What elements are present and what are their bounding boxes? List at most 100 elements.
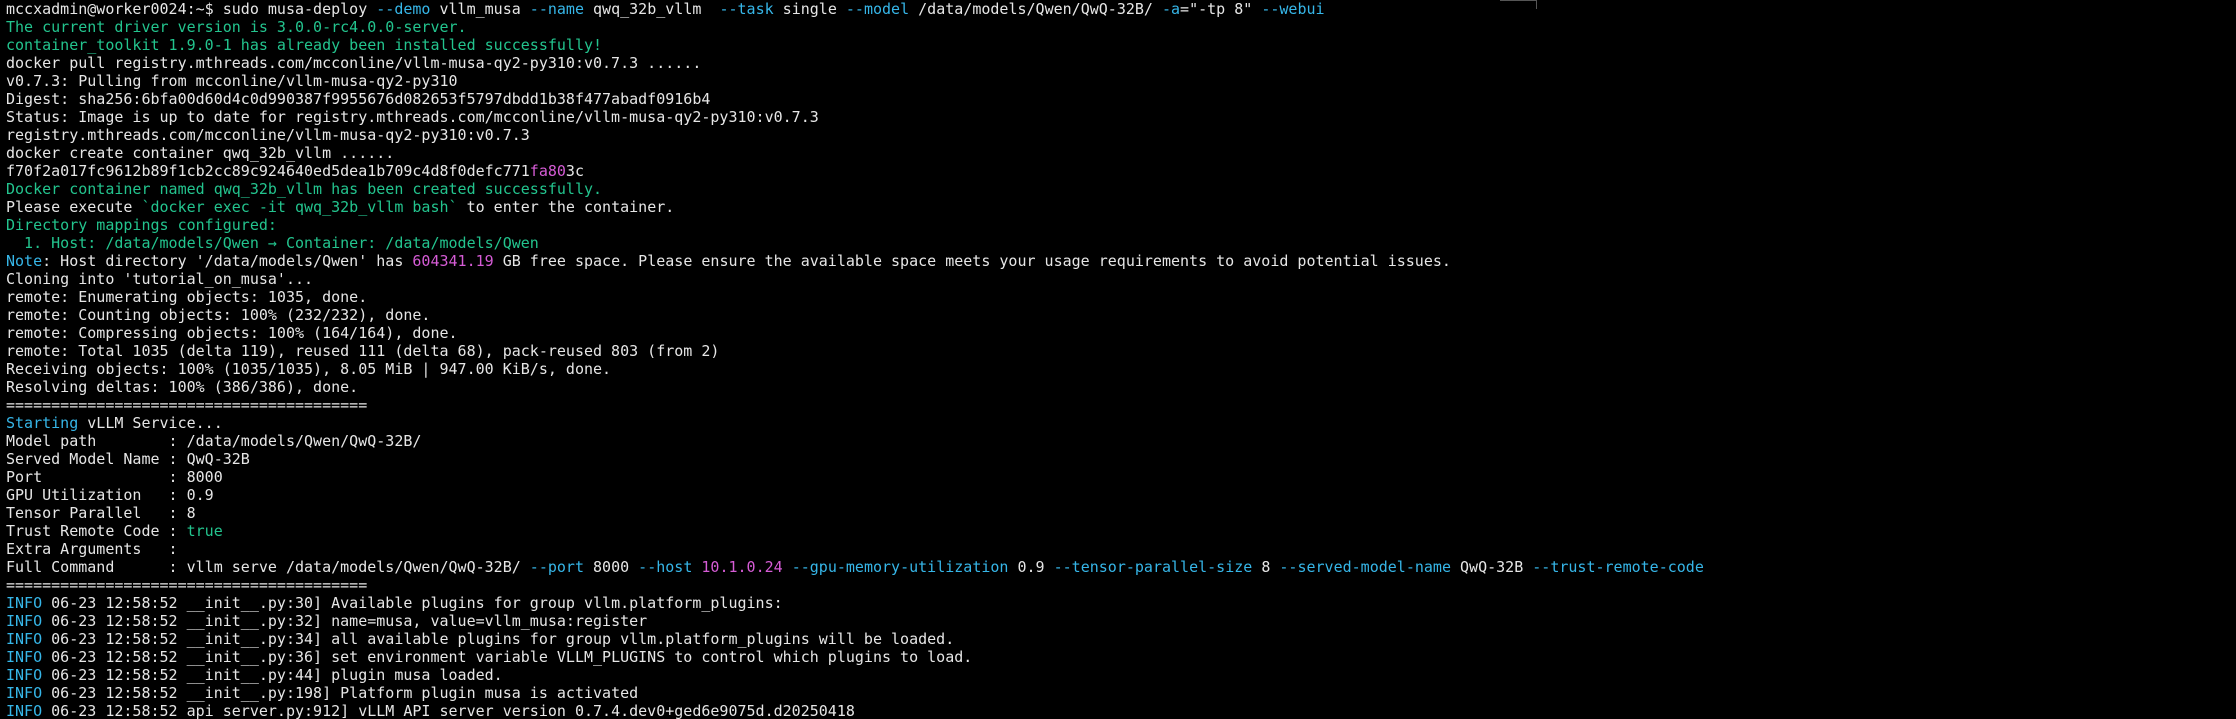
terminal-line: Model path : /data/models/Qwen/QwQ-32B/: [6, 432, 1704, 450]
terminal-line: Resolving deltas: 100% (386/386), done.: [6, 378, 1704, 396]
terminal-text-segment: single: [773, 0, 846, 18]
terminal-text-segment: Status: Image is up to date for registry…: [6, 108, 819, 126]
terminal-line: f70f2a017fc9612b89f1cb2cc89c924640ed5dea…: [6, 162, 1704, 180]
terminal-line: Docker container named qwq_32b_vllm has …: [6, 180, 1704, 198]
terminal-line: Full Command : vllm serve /data/models/Q…: [6, 558, 1704, 576]
terminal-line: container_toolkit 1.9.0-1 has already be…: [6, 36, 1704, 54]
terminal-line: Directory mappings configured:: [6, 216, 1704, 234]
terminal-text-segment: --name: [529, 0, 584, 18]
terminal-text-segment: ========================================: [6, 396, 368, 414]
selection-corner-mark: [1500, 0, 1537, 9]
terminal-line: 1. Host: /data/models/Qwen → Container: …: [6, 234, 1704, 252]
terminal-text-segment: INFO: [6, 594, 43, 612]
terminal-text-segment: --served-model-name: [1279, 558, 1451, 576]
terminal-line: Extra Arguments :: [6, 540, 1704, 558]
terminal-text-segment: registry.mthreads.com/mcconline/vllm-mus…: [6, 126, 530, 144]
terminal-text-segment: INFO: [6, 702, 43, 719]
terminal-text-segment: --demo: [376, 0, 431, 18]
terminal-line: Digest: sha256:6bfa00d60d4c0d990387f9955…: [6, 90, 1704, 108]
terminal-text-segment: remote: Total 1035 (delta 119), reused 1…: [6, 342, 720, 360]
terminal-text-segment: --tensor-parallel-size: [1053, 558, 1253, 576]
terminal-text-segment: /data/models/Qwen/QwQ-32B/: [909, 0, 1162, 18]
terminal-text-segment: Full Command : vllm serve /data/models/Q…: [6, 558, 530, 576]
terminal-text-segment: INFO: [6, 648, 43, 666]
terminal-window[interactable]: mccxadmin@worker0024:~$ sudo musa-deploy…: [0, 0, 2236, 719]
terminal-line: remote: Total 1035 (delta 119), reused 1…: [6, 342, 1704, 360]
terminal-text-segment: docker pull registry.mthreads.com/mcconl…: [6, 54, 702, 72]
terminal-text-segment: Note: [6, 252, 43, 270]
terminal-text-segment: Cloning into 'tutorial_on_musa'...: [6, 270, 314, 288]
terminal-line: v0.7.3: Pulling from mcconline/vllm-musa…: [6, 72, 1704, 90]
terminal-text-segment: Port : 8000: [6, 468, 223, 486]
terminal-text-segment: Docker container named qwq_32b_vllm has …: [6, 180, 603, 198]
terminal-text-segment: --host: [638, 558, 693, 576]
terminal-text-segment: ========================================: [6, 576, 368, 594]
terminal-text-segment: Directory mappings configured:: [6, 216, 277, 234]
terminal-text-segment: 06-23 12:58:52 __init__.py:198] Platform…: [42, 684, 639, 702]
terminal-output: mccxadmin@worker0024:~$ sudo musa-deploy…: [6, 0, 1704, 719]
terminal-line: Please execute `docker exec -it qwq_32b_…: [6, 198, 1704, 216]
terminal-text-segment: INFO: [6, 684, 43, 702]
terminal-text-segment: Tensor Parallel : 8: [6, 504, 196, 522]
terminal-text-segment: Resolving deltas: 100% (386/386), done.: [6, 378, 359, 396]
terminal-line: The current driver version is 3.0.0-rc4.…: [6, 18, 1704, 36]
terminal-text-segment: Trust Remote Code :: [6, 522, 187, 540]
terminal-text-segment: --webui: [1261, 0, 1325, 18]
terminal-line: INFO 06-23 12:58:52 __init__.py:36] set …: [6, 648, 1704, 666]
terminal-text-segment: qwq_32b_vllm: [583, 0, 720, 18]
terminal-text-segment: f70f2a017fc9612b89f1cb2cc89c924640ed5dea…: [6, 162, 530, 180]
terminal-text-segment: Extra Arguments :: [6, 540, 178, 558]
terminal-text-segment: 3c: [565, 162, 584, 180]
terminal-text-segment: INFO: [6, 630, 43, 648]
terminal-line: docker create container qwq_32b_vllm ...…: [6, 144, 1704, 162]
terminal-text-segment: 10.1.0.24: [701, 558, 783, 576]
terminal-line: Cloning into 'tutorial_on_musa'...: [6, 270, 1704, 288]
terminal-text-segment: INFO: [6, 612, 43, 630]
terminal-line: INFO 06-23 12:58:52 __init__.py:34] all …: [6, 630, 1704, 648]
terminal-line: INFO 06-23 12:58:52 __init__.py:44] plug…: [6, 666, 1704, 684]
terminal-text-segment: 1. Host: /data/models/Qwen → Container: …: [6, 234, 539, 252]
terminal-line: INFO 06-23 12:58:52 __init__.py:32] name…: [6, 612, 1704, 630]
terminal-text-segment: --task: [719, 0, 774, 18]
terminal-text-segment: Receiving objects: 100% (1035/1035), 8.0…: [6, 360, 612, 378]
terminal-line: GPU Utilization : 0.9: [6, 486, 1704, 504]
terminal-text-segment: --port: [529, 558, 584, 576]
terminal-line: INFO 06-23 12:58:52 __init__.py:30] Avai…: [6, 594, 1704, 612]
terminal-line: ========================================: [6, 576, 1704, 594]
terminal-text-segment: Served Model Name : QwQ-32B: [6, 450, 250, 468]
terminal-text-segment: 8000: [583, 558, 639, 576]
terminal-text-segment: 06-23 12:58:52 __init__.py:30] Available…: [42, 594, 783, 612]
terminal-text-segment: 604341.19: [412, 252, 494, 270]
terminal-text-segment: -a: [1161, 0, 1181, 18]
terminal-line: INFO 06-23 12:58:52 api_server.py:912] v…: [6, 702, 1704, 719]
terminal-text-segment: --gpu-memory-utilization: [791, 558, 1009, 576]
terminal-line: registry.mthreads.com/mcconline/vllm-mus…: [6, 126, 1704, 144]
terminal-text-segment: 8: [1252, 558, 1280, 576]
terminal-line: Port : 8000: [6, 468, 1704, 486]
terminal-line: mccxadmin@worker0024:~$ sudo musa-deploy…: [6, 0, 1704, 18]
terminal-text-segment: --trust-remote-code: [1532, 558, 1704, 576]
terminal-text-segment: QwQ-32B: [1450, 558, 1533, 576]
terminal-line: Note: Host directory '/data/models/Qwen'…: [6, 252, 1704, 270]
terminal-text-segment: Digest: sha256:6bfa00d60d4c0d990387f9955…: [6, 90, 711, 108]
terminal-line: docker pull registry.mthreads.com/mcconl…: [6, 54, 1704, 72]
terminal-line: Receiving objects: 100% (1035/1035), 8.0…: [6, 360, 1704, 378]
terminal-text-segment: v0.7.3: Pulling from mcconline/vllm-musa…: [6, 72, 458, 90]
terminal-text-segment: 06-23 12:58:52 __init__.py:32] name=musa…: [42, 612, 648, 630]
terminal-text-segment: `docker exec -it qwq_32b_vllm bash`: [141, 198, 458, 216]
terminal-line: ========================================: [6, 396, 1704, 414]
terminal-text-segment: Model path : /data/models/Qwen/QwQ-32B/: [6, 432, 422, 450]
terminal-line: INFO 06-23 12:58:52 __init__.py:198] Pla…: [6, 684, 1704, 702]
terminal-text-segment: 06-23 12:58:52 __init__.py:36] set envir…: [42, 648, 973, 666]
terminal-line: remote: Enumerating objects: 1035, done.: [6, 288, 1704, 306]
terminal-text-segment: true: [186, 522, 223, 540]
terminal-text-segment: 0.9: [1008, 558, 1054, 576]
terminal-line: remote: Counting objects: 100% (232/232)…: [6, 306, 1704, 324]
terminal-text-segment: 06-23 12:58:52 api_server.py:912] vLLM A…: [42, 702, 855, 719]
terminal-text-segment: 06-23 12:58:52 __init__.py:44] plugin mu…: [42, 666, 503, 684]
terminal-line: Tensor Parallel : 8: [6, 504, 1704, 522]
terminal-text-segment: fa80: [529, 162, 566, 180]
terminal-text-segment: : Host directory '/data/models/Qwen' has: [42, 252, 413, 270]
terminal-text-segment: The current driver version is 3.0.0-rc4.…: [6, 18, 467, 36]
